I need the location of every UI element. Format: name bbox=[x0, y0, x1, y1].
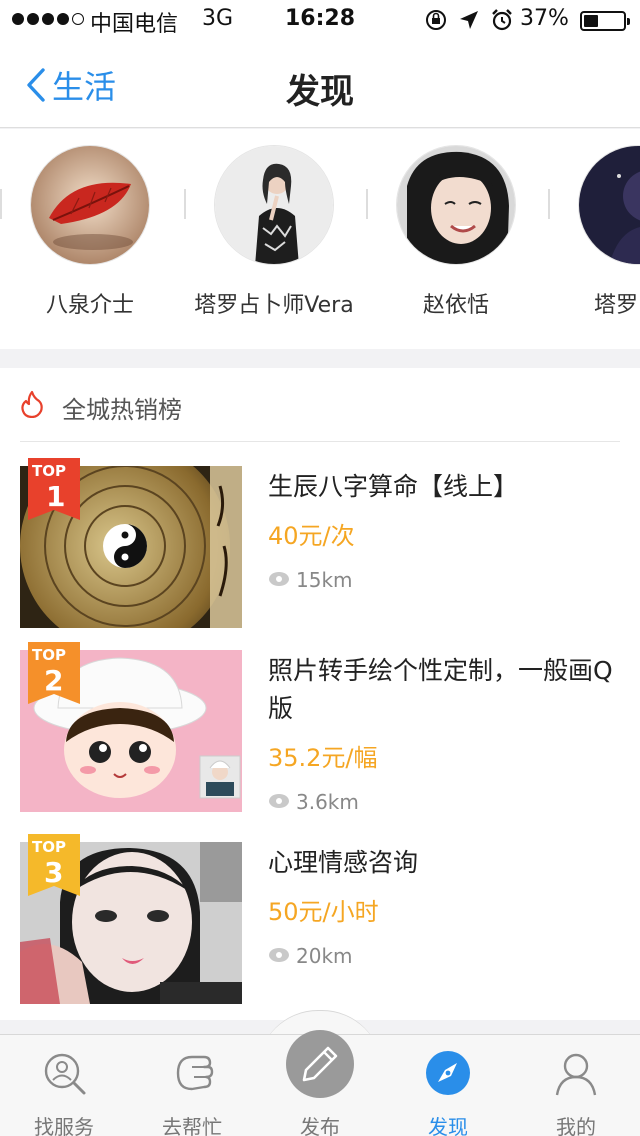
person-card[interactable]: 塔罗师明 bbox=[548, 145, 640, 319]
list-item[interactable]: TOP 2 照片转手绘个性定制，一般画Q版 35.2元/幅 3.6km bbox=[20, 642, 620, 814]
tab-label: 发现 bbox=[428, 1115, 468, 1136]
list-item[interactable]: TOP 1 生辰八字算命【线上】 40元/次 15km bbox=[20, 458, 620, 630]
smiling-girl-avatar bbox=[396, 145, 516, 265]
person-card[interactable]: 塔罗占卜师Vera bbox=[184, 145, 364, 319]
item-title: 心理情感咨询 bbox=[268, 848, 419, 877]
section-title: 全城热销榜 bbox=[62, 396, 182, 424]
person-card[interactable]: 赵依恬 bbox=[366, 145, 546, 319]
battery-percent: 37% bbox=[520, 6, 569, 31]
rotation-lock-icon bbox=[426, 10, 446, 30]
distance-label: 15km bbox=[296, 568, 353, 592]
location-arrow-icon bbox=[460, 11, 478, 29]
navigation-bar: 生活 发现 bbox=[0, 40, 640, 128]
rank-badge-label: TOP bbox=[32, 838, 66, 856]
woman-sketch-avatar bbox=[214, 145, 334, 265]
item-distance-row: 3.6km bbox=[268, 790, 359, 814]
section-header: 全城热销榜 bbox=[20, 368, 620, 442]
hot-sales-section: 全城热销榜 TOP 1 生辰八字算命【线上】 40元/次 15km TOP 2 … bbox=[0, 368, 640, 1020]
location-pin-icon bbox=[269, 948, 289, 962]
item-price: 50元/小时 bbox=[268, 898, 379, 926]
tab-help[interactable]: 去帮忙 bbox=[128, 1035, 256, 1136]
item-distance-row: 20km bbox=[268, 944, 353, 968]
location-pin-icon bbox=[269, 794, 289, 808]
rank-number: 3 bbox=[44, 856, 64, 889]
person-name: 塔罗占卜师Vera bbox=[194, 293, 354, 318]
compass-icon bbox=[426, 1051, 470, 1095]
person-card[interactable]: 八泉介士 bbox=[0, 145, 180, 319]
item-distance-row: 15km bbox=[268, 568, 353, 592]
flame-icon bbox=[21, 390, 43, 418]
tab-discover[interactable]: 发现 bbox=[384, 1035, 512, 1136]
red-leaf-avatar bbox=[30, 145, 150, 265]
tab-label: 找服务 bbox=[34, 1115, 94, 1136]
tab-label: 去帮忙 bbox=[162, 1115, 222, 1136]
location-pin-icon bbox=[269, 572, 289, 586]
item-title: 生辰八字算命【线上】 bbox=[268, 472, 519, 501]
tab-find-service[interactable]: 找服务 bbox=[0, 1035, 128, 1136]
list-item[interactable]: TOP 3 心理情感咨询 50元/小时 20km bbox=[20, 834, 620, 1006]
helping-hand-icon bbox=[176, 1055, 214, 1091]
user-icon bbox=[555, 1053, 597, 1096]
item-price: 35.2元/幅 bbox=[268, 744, 378, 772]
publish-button[interactable] bbox=[286, 1030, 354, 1098]
search-service-icon bbox=[44, 1053, 86, 1095]
tab-mine[interactable]: 我的 bbox=[512, 1035, 640, 1136]
battery-icon bbox=[580, 11, 630, 31]
rank-number: 2 bbox=[44, 664, 64, 697]
tab-label: 发布 bbox=[300, 1115, 340, 1136]
distance-label: 3.6km bbox=[296, 790, 359, 814]
alarm-icon bbox=[492, 9, 512, 31]
item-price: 40元/次 bbox=[268, 522, 355, 550]
item-title: 照片转手绘个性定制，一般画Q版 bbox=[268, 656, 613, 723]
rank-number: 1 bbox=[46, 480, 66, 513]
person-name: 八泉介士 bbox=[45, 293, 134, 318]
status-bar: 中国电信 3G 16:28 37% bbox=[0, 0, 640, 40]
dark-avatar bbox=[578, 145, 640, 265]
rank-badge-label: TOP bbox=[32, 646, 66, 664]
person-name: 塔罗师明 bbox=[593, 293, 640, 318]
page-title: 发现 bbox=[286, 72, 354, 112]
distance-label: 20km bbox=[296, 944, 353, 968]
rank-badge-label: TOP bbox=[32, 462, 66, 480]
person-name: 赵依恬 bbox=[422, 293, 489, 318]
recommended-people-strip[interactable]: 八泉介士 塔罗占卜师Vera 赵依恬 塔罗 bbox=[0, 129, 640, 349]
tab-label: 我的 bbox=[556, 1115, 596, 1136]
divider bbox=[0, 189, 2, 219]
pencil-icon bbox=[302, 1046, 338, 1082]
